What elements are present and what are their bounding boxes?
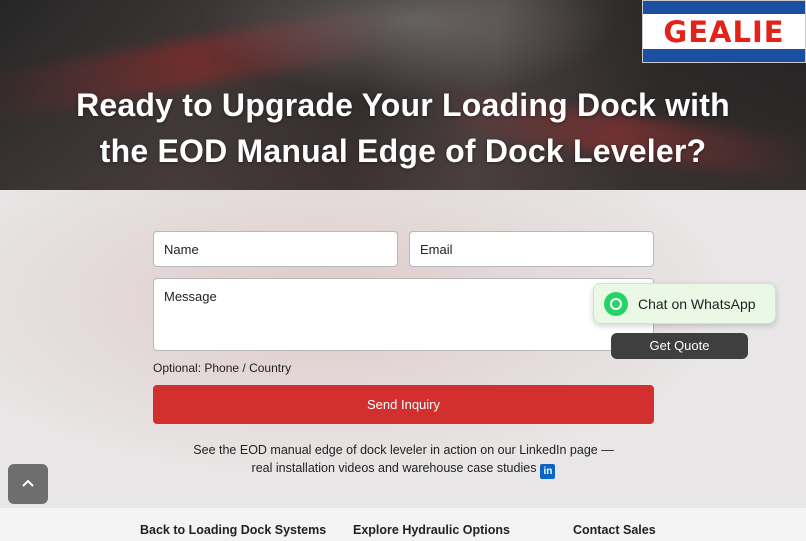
- linkedin-icon[interactable]: in: [540, 464, 556, 479]
- hero-title-line-1: Ready to Upgrade Your Loading Dock with: [76, 87, 730, 123]
- email-input[interactable]: Email: [409, 231, 654, 267]
- footer-link-contact-sales[interactable]: Contact Sales: [573, 523, 656, 537]
- name-input[interactable]: Name: [153, 231, 398, 267]
- footer-link-hydraulic-options[interactable]: Explore Hydraulic Options: [353, 523, 510, 537]
- get-quote-button[interactable]: Get Quote: [611, 333, 748, 359]
- linkedin-promo: See the EOD manual edge of dock leveler …: [153, 441, 654, 479]
- whatsapp-icon: [604, 292, 628, 316]
- linkedin-promo-line-1: See the EOD manual edge of dock leveler …: [193, 443, 614, 457]
- send-inquiry-button[interactable]: Send Inquiry: [153, 385, 654, 424]
- chevron-up-icon: [22, 479, 34, 487]
- scroll-to-top-button[interactable]: [8, 464, 48, 504]
- optional-phone-country-label[interactable]: Optional: Phone / Country: [153, 361, 291, 375]
- whatsapp-chat-label: Chat on WhatsApp: [638, 296, 756, 312]
- hero-title-line-2: the EOD Manual Edge of Dock Leveler?: [99, 133, 707, 169]
- logo-blue-band: [643, 1, 805, 14]
- brand-logo[interactable]: GEALIE: [642, 0, 806, 63]
- linkedin-promo-line-2: real installation videos and warehouse c…: [251, 461, 537, 475]
- footer-nav: Back to Loading Dock Systems Explore Hyd…: [0, 508, 806, 541]
- message-textarea[interactable]: Message: [153, 278, 654, 351]
- logo-wordmark: GEALIE: [663, 15, 785, 49]
- whatsapp-chat-button[interactable]: Chat on WhatsApp: [593, 283, 776, 324]
- hero-title: Ready to Upgrade Your Loading Dock with …: [0, 82, 806, 174]
- footer-link-loading-dock-systems[interactable]: Back to Loading Dock Systems: [140, 523, 326, 537]
